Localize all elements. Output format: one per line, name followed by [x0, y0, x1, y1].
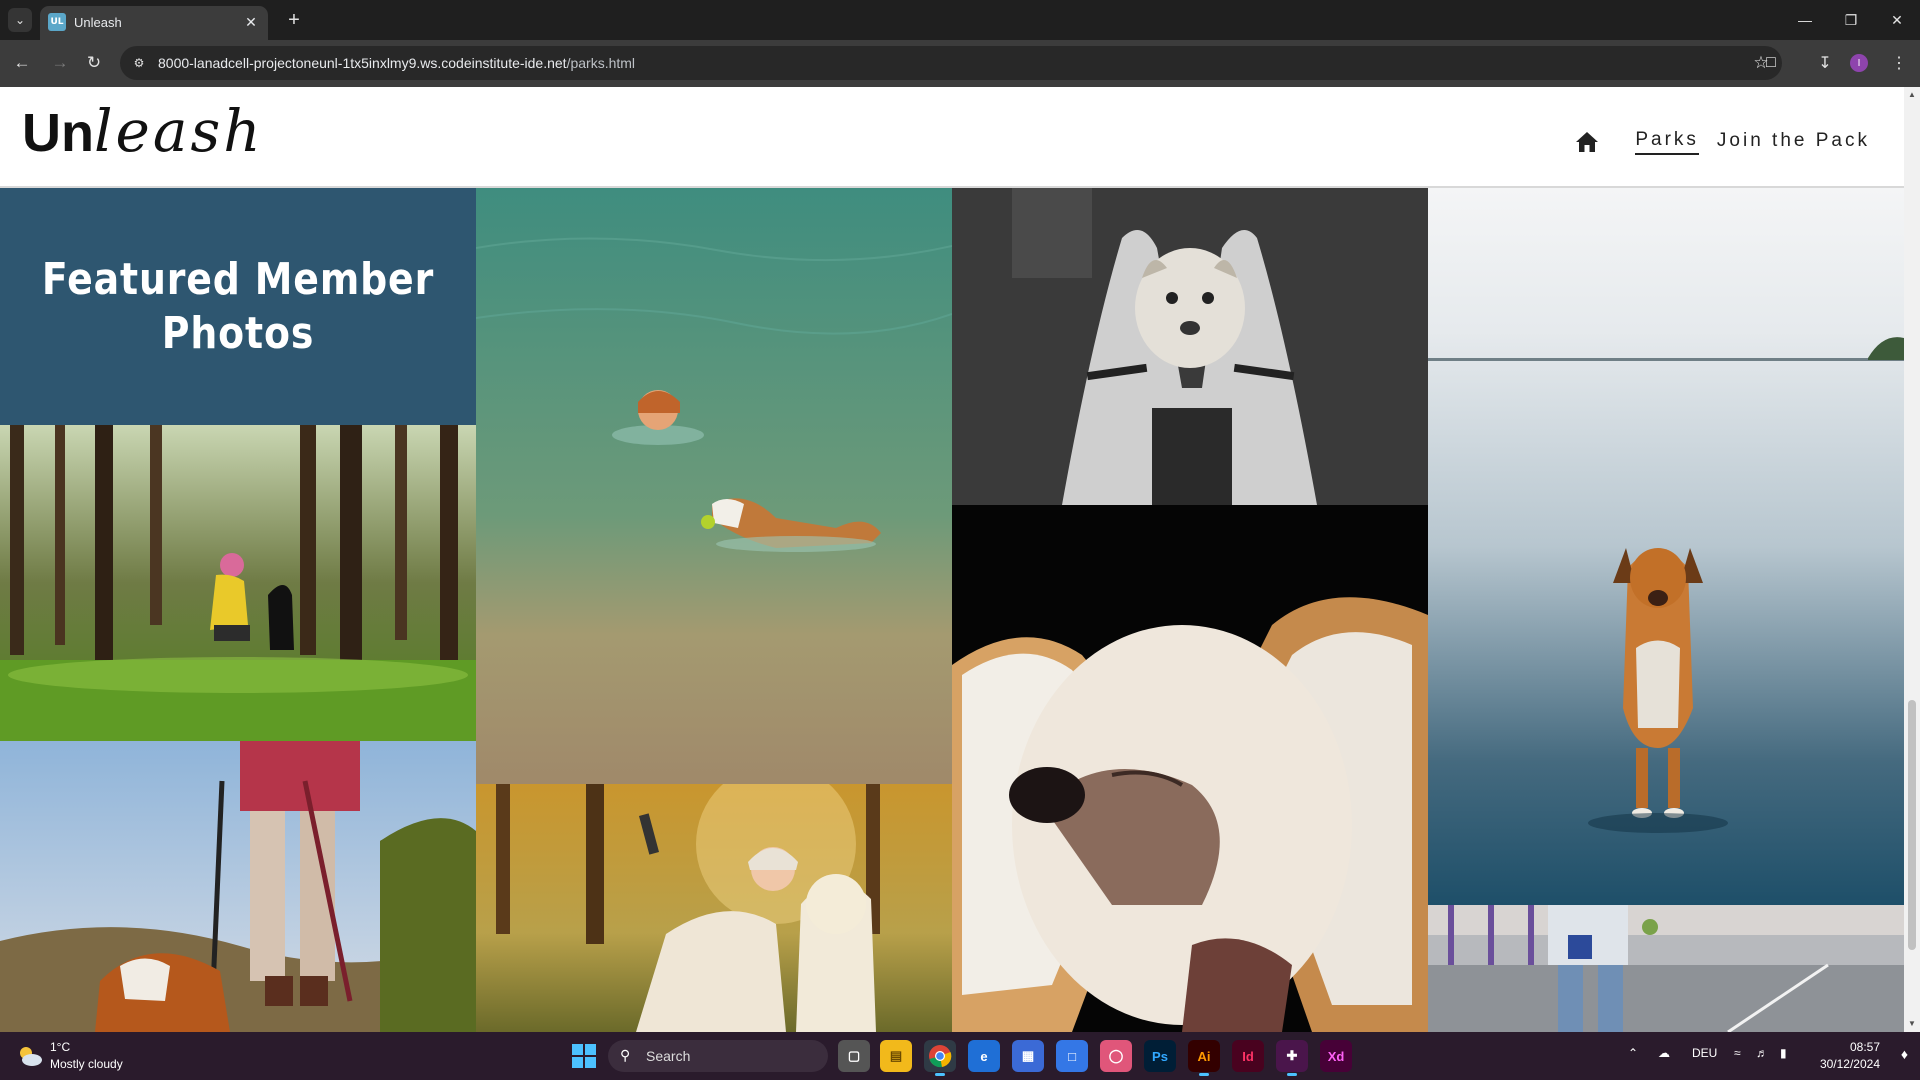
forward-arrow-icon[interactable]: →: [47, 50, 73, 76]
scroll-up-arrow-icon[interactable]: ▲: [1908, 91, 1916, 99]
profile-avatar[interactable]: I: [1850, 54, 1868, 72]
photo-dog-walk-parking-lot: [1428, 905, 1904, 1032]
photo-dog-on-beach: [1428, 188, 1904, 905]
photo-woman-swimming-with-dog: [476, 188, 952, 784]
tab-search-chevron-icon[interactable]: ⌄: [8, 8, 32, 32]
url-host: 8000-lanadcell-projectoneunl-1tx5inxlmy9…: [158, 55, 567, 71]
photo-hands-holding-small-dog-bw: [952, 188, 1428, 505]
battery-icon[interactable]: ▮: [1780, 1046, 1787, 1060]
download-icon[interactable]: ↧: [1812, 50, 1838, 76]
input-language[interactable]: DEU: [1692, 1046, 1717, 1060]
wifi-icon[interactable]: ≈: [1734, 1046, 1741, 1060]
windows-start-icon[interactable]: [572, 1044, 596, 1068]
page-viewport: Unleash Parks Join the Pack Featured Mem…: [0, 87, 1920, 1032]
clock-time[interactable]: 08:57: [1850, 1040, 1880, 1054]
url-path: /parks.html: [566, 55, 636, 71]
site-logo[interactable]: Unleash: [22, 95, 264, 166]
nav-link-join-the-pack[interactable]: Join the Pack: [1717, 130, 1870, 154]
browser-toolbar: ← → ↻ ⚙ 8000-lanadcell-projectoneunl-1tx…: [0, 40, 1920, 87]
logo-leash: leash: [93, 97, 264, 165]
back-arrow-icon[interactable]: ←: [9, 50, 35, 76]
nav-link-parks[interactable]: Parks: [1635, 129, 1699, 155]
featured-member-photos-panel: Featured Member Photos: [0, 188, 476, 425]
show-hidden-icons-chevron-icon[interactable]: ⌃: [1628, 1046, 1638, 1060]
calendar-app-icon[interactable]: □: [1056, 1040, 1088, 1072]
clock-date[interactable]: 30/12/2024: [1820, 1057, 1880, 1071]
task-view-icon[interactable]: ▢: [838, 1040, 870, 1072]
photoshop-icon[interactable]: Ps: [1144, 1040, 1176, 1072]
reload-icon[interactable]: ↻: [81, 50, 107, 76]
file-explorer-icon[interactable]: ▤: [880, 1040, 912, 1072]
minimize-icon[interactable]: —: [1790, 8, 1820, 32]
address-bar[interactable]: ⚙ 8000-lanadcell-projectoneunl-1tx5inxlm…: [120, 46, 1782, 80]
search-icon: ⚲: [620, 1047, 631, 1063]
window-close-icon[interactable]: ✕: [1882, 8, 1912, 32]
tab-title: Unleash: [74, 15, 122, 30]
site-settings-icon[interactable]: ⚙: [130, 54, 148, 72]
page-scrollbar[interactable]: ▲ ▼: [1904, 87, 1920, 1032]
site-favicon-icon: UL: [48, 13, 66, 31]
indesign-icon[interactable]: Id: [1232, 1040, 1264, 1072]
windows-taskbar: 1°C Mostly cloudy ⚲ Search ▢ ▤ e ▦ □ ◯ P…: [0, 1032, 1920, 1080]
new-tab-plus-icon[interactable]: +: [282, 8, 306, 32]
restore-icon[interactable]: ❐: [1836, 8, 1866, 32]
menu-kebab-icon[interactable]: ⋮: [1886, 50, 1912, 76]
taskbar-search[interactable]: ⚲ Search: [608, 1040, 828, 1072]
browser-tab-bar: ⌄ UL Unleash ✕ + — ❐ ✕: [0, 0, 1920, 40]
photo-gallery: Featured Member Photos: [0, 188, 1904, 1032]
photo-chinese-crested-dog-closeup: [952, 505, 1428, 1032]
volume-icon[interactable]: ♬: [1756, 1046, 1768, 1060]
photo-forest-walker-dog: [0, 425, 476, 741]
notification-bell-icon[interactable]: ♦: [1901, 1046, 1908, 1062]
chrome-icon[interactable]: [924, 1040, 956, 1076]
instagram-icon[interactable]: ◯: [1100, 1040, 1132, 1072]
cloudy-weather-icon[interactable]: [16, 1042, 44, 1070]
photo-hiker-with-dog: [0, 741, 476, 1032]
weather-temperature: 1°C: [50, 1040, 71, 1054]
chrome-logo-icon: [929, 1045, 952, 1068]
slack-icon[interactable]: ✚: [1276, 1040, 1308, 1076]
scroll-thumb[interactable]: [1908, 700, 1916, 950]
adobe-xd-icon[interactable]: Xd: [1320, 1040, 1352, 1072]
microsoft-store-icon[interactable]: ▦: [1012, 1040, 1044, 1072]
edge-icon[interactable]: e: [968, 1040, 1000, 1072]
home-icon[interactable]: [1575, 131, 1599, 153]
featured-title: Featured Member Photos: [41, 253, 435, 359]
extensions-puzzle-icon[interactable]: □: [1758, 50, 1784, 76]
url-text[interactable]: 8000-lanadcell-projectoneunl-1tx5inxlmy9…: [158, 55, 635, 71]
site-header: Unleash Parks Join the Pack: [0, 87, 1904, 188]
logo-un: Un: [22, 103, 94, 163]
browser-tab-unleash[interactable]: UL Unleash ✕: [40, 6, 268, 40]
photo-woman-selfie-golden-retriever: [476, 784, 952, 1032]
scroll-down-arrow-icon[interactable]: ▼: [1908, 1020, 1916, 1028]
onedrive-cloud-icon[interactable]: ☁: [1658, 1046, 1670, 1060]
search-label: Search: [646, 1048, 691, 1064]
tab-close-icon[interactable]: ✕: [242, 13, 260, 31]
illustrator-icon[interactable]: Ai: [1188, 1040, 1220, 1076]
main-nav: Parks Join the Pack: [1575, 129, 1870, 155]
weather-description: Mostly cloudy: [50, 1057, 123, 1071]
